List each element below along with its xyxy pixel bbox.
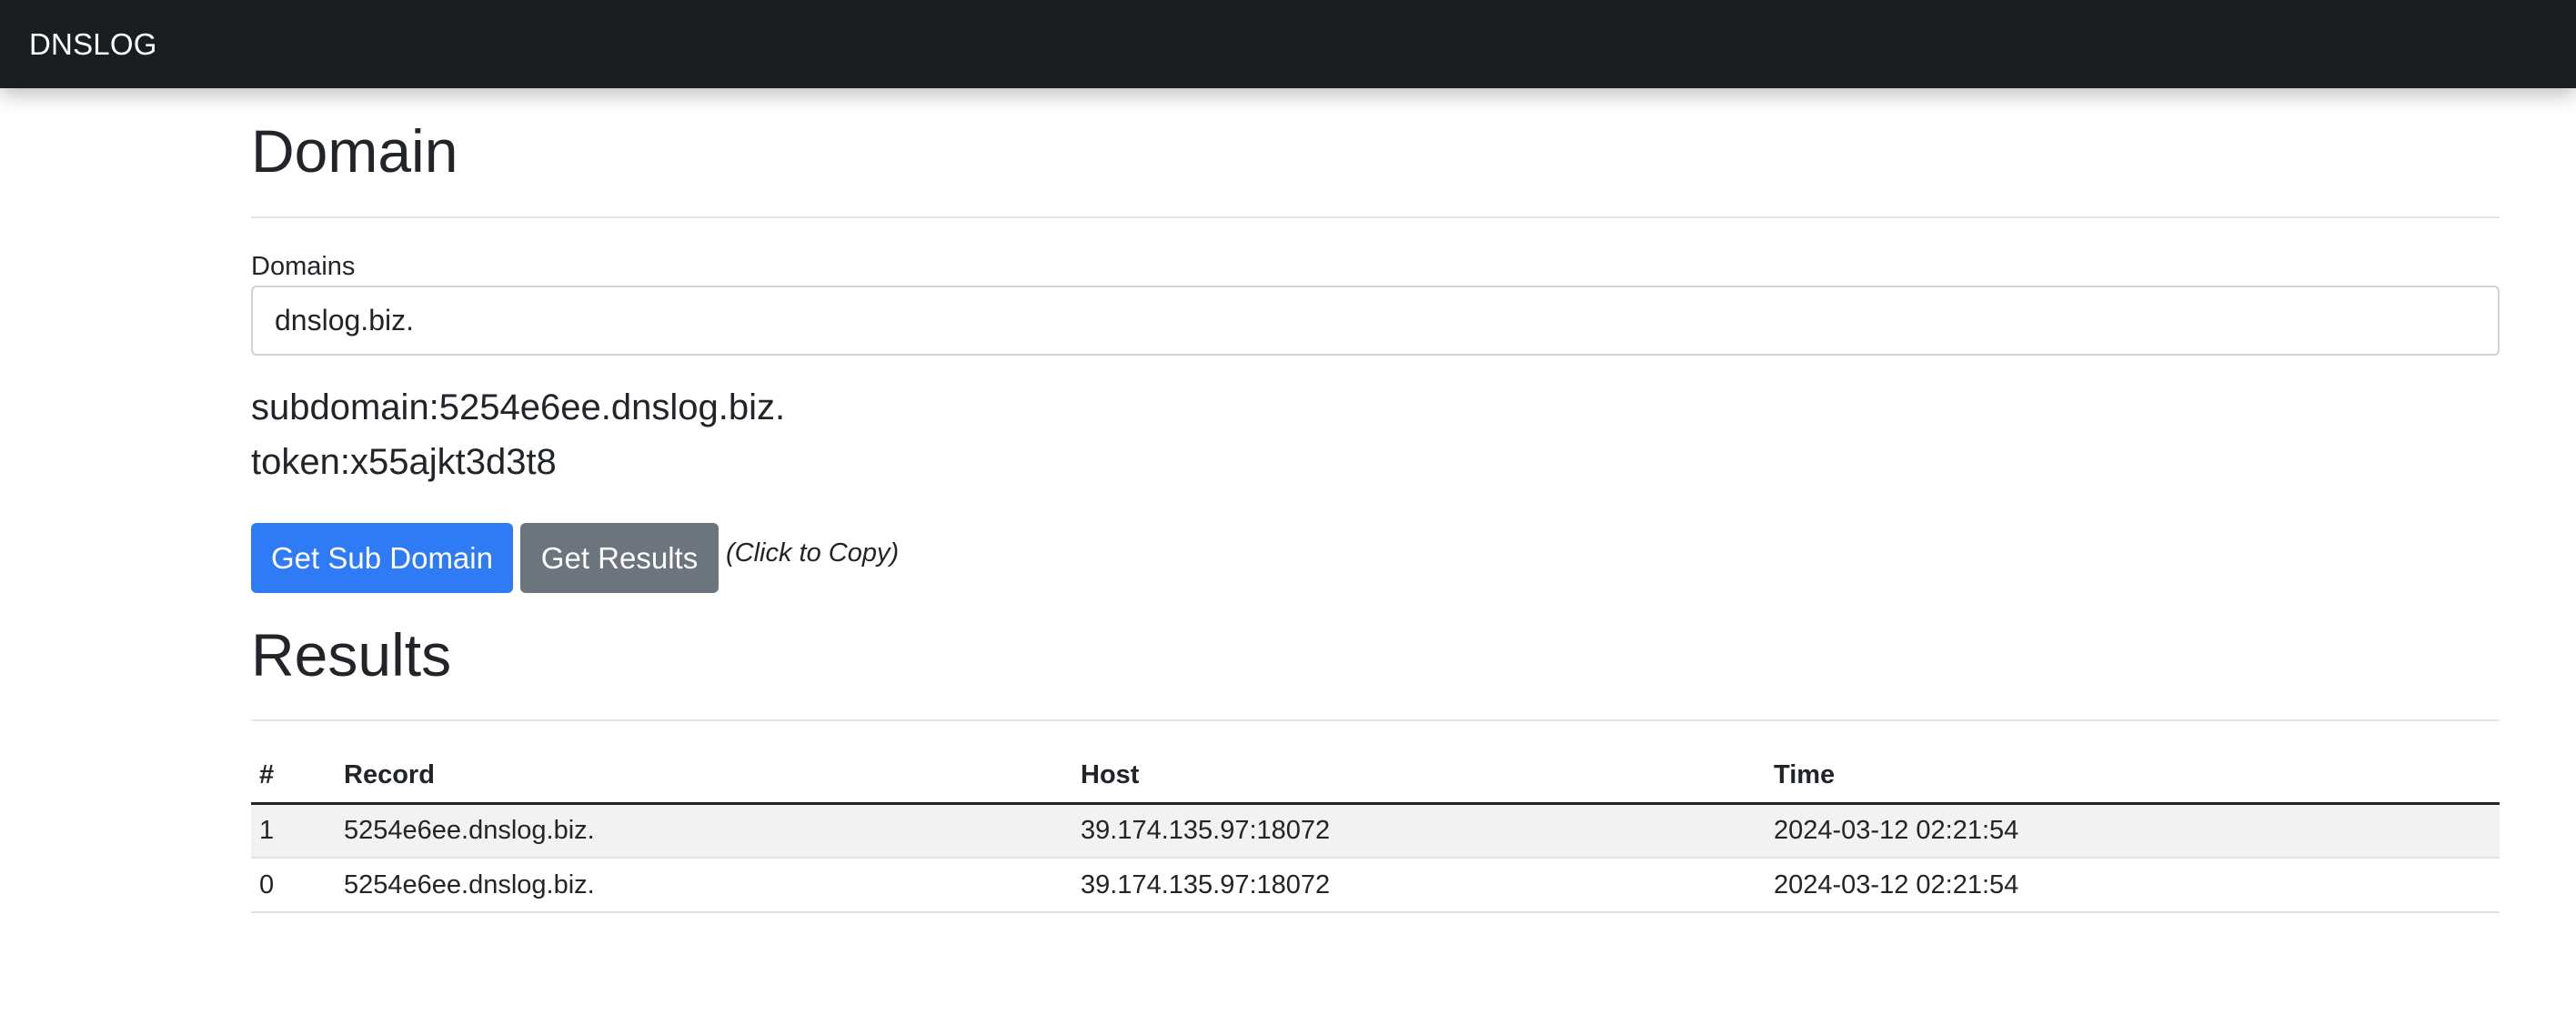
domain-divider [251,216,2500,218]
table-row: 1 5254e6ee.dnslog.biz. 39.174.135.97:180… [251,803,2500,859]
brand-link[interactable]: DNSLOG [29,27,157,62]
domains-input[interactable] [251,286,2500,356]
cell-time: 2024-03-12 02:21:54 [1766,803,2500,859]
results-table: # Record Host Time 1 5254e6ee.dnslog.biz… [251,749,2500,913]
cell-host: 39.174.135.97:18072 [1072,858,1766,913]
column-header-host: Host [1072,749,1766,805]
subdomain-text[interactable]: subdomain:5254e6ee.dnslog.biz. [251,387,785,428]
cell-record: 5254e6ee.dnslog.biz. [336,803,1072,859]
table-row: 0 5254e6ee.dnslog.biz. 39.174.135.97:180… [251,858,2500,913]
domains-label: Domains [251,252,356,281]
column-header-index: # [251,749,336,805]
results-divider [251,719,2500,721]
get-results-button[interactable]: Get Results [520,523,719,593]
column-header-record: Record [336,749,1072,805]
cell-index: 0 [251,858,336,913]
domain-heading: Domain [251,117,458,185]
click-to-copy-hint: (Click to Copy) [726,538,900,568]
column-header-time: Time [1766,749,2500,805]
results-heading: Results [251,621,452,688]
cell-time: 2024-03-12 02:21:54 [1766,858,2500,913]
cell-record: 5254e6ee.dnslog.biz. [336,858,1072,913]
cell-index: 1 [251,803,336,859]
token-text[interactable]: token:x55ajkt3d3t8 [251,442,557,483]
get-sub-domain-button[interactable]: Get Sub Domain [251,523,513,593]
cell-host: 39.174.135.97:18072 [1072,803,1766,859]
results-header-row: # Record Host Time [251,749,2500,805]
top-navbar: DNSLOG [0,0,2576,88]
